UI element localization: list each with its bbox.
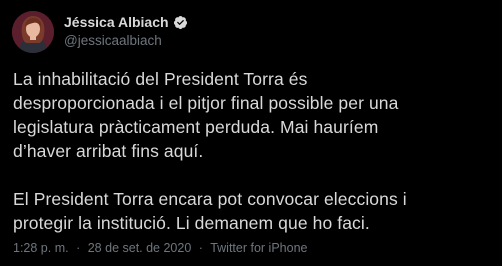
- tweet-text-line: legislatura pràcticament perduda. Mai ha…: [13, 117, 379, 137]
- tweet-text-line: d’haver arribat fins aquí.: [13, 141, 204, 161]
- tweet-metadata: 1:28 p. m. · 28 de set. de 2020 · Twitte…: [13, 241, 307, 255]
- verified-badge-icon: [173, 15, 188, 30]
- tweet-date[interactable]: 28 de set. de 2020: [88, 241, 192, 255]
- avatar[interactable]: [12, 11, 54, 53]
- meta-separator: ·: [76, 241, 81, 255]
- avatar-image: [12, 11, 54, 53]
- tweet-source: Twitter for iPhone: [210, 241, 308, 255]
- author-display-name[interactable]: Jéssica Albiach: [64, 14, 169, 30]
- tweet-text-line: protegir la institució. Li demanem que h…: [13, 213, 370, 233]
- author-handle[interactable]: @jessicaalbiach: [64, 33, 162, 48]
- meta-separator: ·: [198, 241, 203, 255]
- tweet-text: La inhabilitació del President Torra és …: [13, 67, 493, 235]
- tweet-card: Jéssica Albiach @jessicaalbiach La inhab…: [0, 0, 502, 266]
- tweet-text-line: La inhabilitació del President Torra és: [13, 69, 308, 89]
- tweet-text-line: desproporcionada i el pitjor final possi…: [13, 93, 399, 113]
- tweet-text-line: El President Torra encara pot convocar e…: [13, 189, 407, 209]
- tweet-time[interactable]: 1:28 p. m.: [13, 241, 69, 255]
- author-name-row[interactable]: Jéssica Albiach: [64, 13, 188, 31]
